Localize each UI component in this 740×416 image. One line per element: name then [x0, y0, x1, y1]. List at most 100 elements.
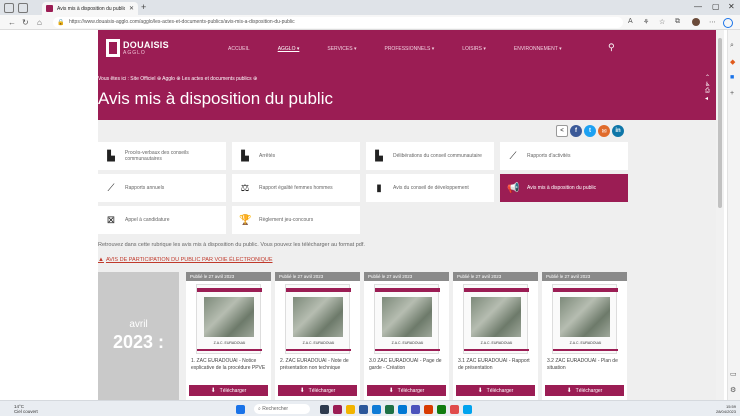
maximize-icon[interactable]: ▢ — [712, 2, 720, 11]
menu-loisirs[interactable]: LOISIRS ▾ — [462, 46, 486, 52]
category-deliberations[interactable]: ▙ Délibérations du conseil communautaire — [366, 142, 494, 170]
weather-widget[interactable]: 14°C Ciel couvert — [14, 404, 38, 414]
linkedin-icon[interactable]: in — [612, 125, 624, 137]
page-title: Avis mis à disposition du public — [98, 89, 333, 108]
taskbar-search[interactable]: ⌕ Rechercher — [254, 404, 310, 414]
search-sidebar-icon[interactable]: ⌕ — [730, 42, 734, 50]
site-logo[interactable]: DOUAISIS AGGLO — [106, 39, 169, 57]
explorer-icon[interactable] — [346, 405, 355, 414]
excel-icon[interactable] — [385, 405, 394, 414]
scroll-thumb[interactable] — [718, 38, 722, 208]
participation-link[interactable]: ▲ AVIS DE PARTICIPATION DU PUBLIC PAR VOI… — [98, 257, 273, 263]
download-button[interactable]: ⬇ Télécharger — [278, 385, 357, 396]
category-label: Rapport égalité femmes hommes — [259, 184, 333, 191]
period-box: avril 2023 : — [98, 272, 179, 400]
favorite-icon[interactable]: ☆ — [659, 18, 665, 26]
page-scrollbar[interactable] — [716, 30, 724, 400]
menu-agglo[interactable]: AGGLO ▾ — [278, 46, 300, 52]
add-sidebar-icon[interactable]: + — [730, 90, 734, 97]
category-appel-candidature[interactable]: ⊠ Appel à candidature — [98, 206, 226, 234]
lock-icon[interactable]: 🔒 — [57, 19, 64, 26]
tab-actions-icon[interactable] — [18, 2, 28, 13]
accessibility-icon[interactable]: ♿ — [705, 81, 713, 88]
category-avis-public[interactable]: 📢 Avis mis à disposition du public — [500, 174, 628, 202]
document-name: 2. ZAC EURADOUAI - Note de présentation … — [280, 358, 349, 371]
start-icon[interactable] — [236, 405, 245, 414]
workspaces-icon[interactable] — [4, 2, 14, 13]
settings-icon[interactable]: ⚙ — [730, 386, 736, 394]
powerpoint-icon[interactable] — [424, 405, 433, 414]
category-egalite[interactable]: ⚖ Rapport égalité femmes hommes — [232, 174, 360, 202]
browser-tab[interactable]: Avis mis à disposition du public ✕ — [42, 2, 138, 15]
email-icon[interactable]: ✉ — [598, 125, 610, 137]
document-card: Publié le 27 avril 2023 Z.A.C. EURADOUAI… — [275, 272, 360, 400]
document-cover[interactable]: Z.A.C. EURADOUAI — [374, 284, 440, 354]
category-proces-verbaux[interactable]: ▙ Procès-verbaux des conseils communauta… — [98, 142, 226, 170]
category-arretes[interactable]: ▙ Arrêtés — [232, 142, 360, 170]
profile-avatar[interactable] — [692, 18, 700, 26]
close-tab-icon[interactable]: ✕ — [129, 5, 134, 12]
app4-icon[interactable] — [463, 405, 472, 414]
balance-icon: ⚖ — [240, 182, 250, 194]
close-window-icon[interactable]: ✕ — [728, 2, 735, 11]
category-rapports-activites[interactable]: ⟋ Rapports d'activités — [500, 142, 628, 170]
print-icon[interactable]: ⎙ — [705, 88, 713, 95]
home-icon[interactable]: ⌂ — [37, 18, 42, 27]
extensions-icon[interactable]: ⚘ — [643, 18, 649, 26]
document-card: Publié le 27 avril 2023 Z.A.C. EURADOUAI… — [186, 272, 271, 400]
task-view-icon[interactable] — [320, 405, 329, 414]
alert-icon: ▲ — [98, 257, 104, 263]
system-clock[interactable]: 15:59 28/04/2023 — [706, 404, 736, 414]
menu-environnement[interactable]: ENVIRONNEMENT ▾ — [514, 46, 562, 52]
document-cover[interactable]: Z.A.C. EURADOUAI — [552, 284, 618, 354]
download-button[interactable]: ⬇ Télécharger — [456, 385, 535, 396]
main-menu: ACCUEIL AGGLO ▾ SERVICES ▾ PROFESSIONNEL… — [228, 46, 590, 52]
outlook-taskbar-icon[interactable] — [398, 405, 407, 414]
url-input[interactable]: https://www.douaisis-agglo.com/agglo/les… — [53, 17, 623, 28]
document-cover[interactable]: Z.A.C. EURADOUAI — [196, 284, 262, 354]
shopping-icon[interactable]: ◆ — [730, 58, 735, 66]
twitter-icon[interactable]: t — [584, 125, 596, 137]
breadcrumb[interactable]: Vous êtes ici : Site Officiel ⊕ Agglo ⊕ … — [98, 76, 257, 82]
document-cover[interactable]: Z.A.C. EURADOUAI — [463, 284, 529, 354]
minimize-icon[interactable]: — — [694, 2, 702, 11]
category-conseil-developpement[interactable]: ▮ Avis du conseil de développement — [366, 174, 494, 202]
document-name: 3.2 ZAC EURADOUAI - Plan de situation — [547, 358, 618, 371]
app3-icon[interactable] — [450, 405, 459, 414]
edge-icon[interactable] — [372, 405, 381, 414]
document-name: 3.1 ZAC EURADOUAI - Rapport de présentat… — [458, 358, 530, 371]
word-icon[interactable] — [359, 405, 368, 414]
new-tab-icon[interactable]: + — [141, 2, 146, 12]
menu-services[interactable]: SERVICES ▾ — [327, 46, 356, 52]
download-button[interactable]: ⬇ Télécharger — [367, 385, 446, 396]
document-cover[interactable]: Z.A.C. EURADOUAI — [285, 284, 351, 354]
collections-icon[interactable]: ⧉ — [675, 18, 680, 26]
refresh-icon[interactable]: ↻ — [22, 18, 29, 27]
logo-name: DOUAISIS — [123, 40, 169, 50]
document-date: Publié le 27 avril 2023 — [542, 272, 627, 281]
outlook-icon[interactable]: ■ — [730, 74, 734, 81]
share-side-icon[interactable]: ◂ — [705, 95, 713, 102]
menu-accueil[interactable]: ACCUEIL — [228, 46, 250, 52]
scroll-up-icon[interactable]: ⌃ — [705, 74, 713, 81]
site-search-icon[interactable]: ⚲ — [608, 42, 615, 53]
category-rapports-annuels[interactable]: ⟋ Rapports annuels — [98, 174, 226, 202]
category-label: Avis du conseil de développement — [393, 184, 469, 191]
more-menu-icon[interactable]: ⋯ — [709, 18, 716, 26]
share-icon[interactable]: < — [556, 125, 568, 137]
page-banner: Vous êtes ici : Site Officiel ⊕ Agglo ⊕ … — [98, 70, 716, 120]
back-icon[interactable]: ← — [8, 18, 16, 27]
facebook-icon[interactable]: f — [570, 125, 582, 137]
sidebar-layout-icon[interactable]: ▭ — [730, 370, 737, 378]
app-icon[interactable] — [333, 405, 342, 414]
chart-icon: ⟋ — [107, 182, 115, 194]
read-aloud-icon[interactable]: A — [628, 18, 633, 25]
site-header: DOUAISIS AGGLO ACCUEIL AGGLO ▾ SERVICES … — [98, 30, 716, 70]
category-reglement-jeu[interactable]: 🏆 Règlement jeu-concours — [232, 206, 360, 234]
download-button[interactable]: ⬇ Télécharger — [189, 385, 268, 396]
app2-icon[interactable] — [437, 405, 446, 414]
copilot-icon[interactable] — [723, 18, 733, 28]
menu-professionnels[interactable]: PROFESSIONNELS ▾ — [384, 46, 434, 52]
teams-icon[interactable] — [411, 405, 420, 414]
download-button[interactable]: ⬇ Télécharger — [545, 385, 624, 396]
